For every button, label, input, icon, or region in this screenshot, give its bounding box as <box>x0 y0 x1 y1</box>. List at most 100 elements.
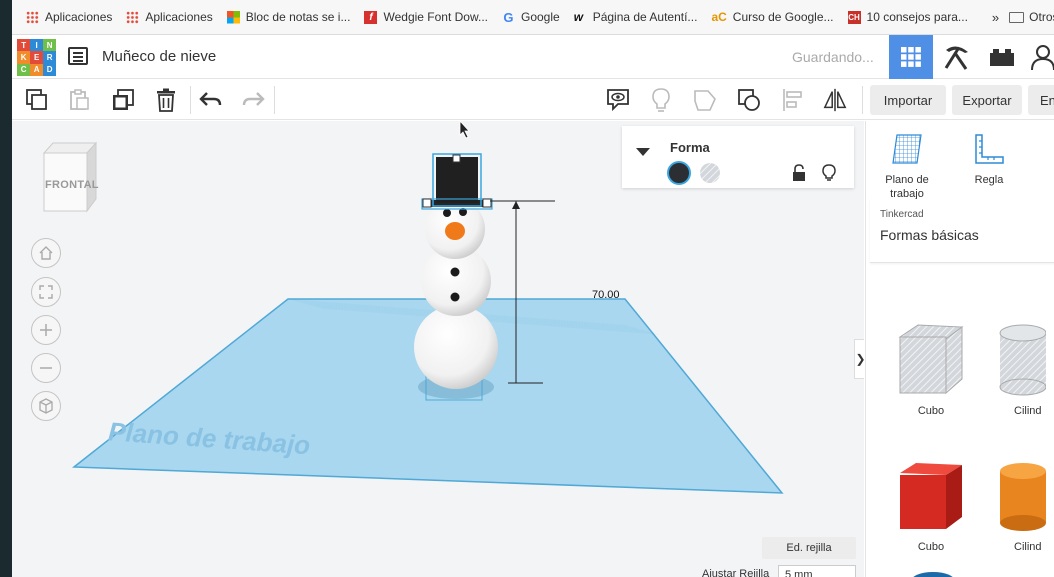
design-title[interactable]: Muñeco de nieve <box>102 48 216 65</box>
duplicate-icon <box>113 89 134 110</box>
bookmark-label: Google <box>520 10 560 24</box>
notes-button[interactable] <box>605 87 631 113</box>
delete-button[interactable] <box>153 87 179 113</box>
redo-icon <box>242 92 265 106</box>
copy-icon <box>26 89 47 110</box>
workplane-tool-icon <box>892 134 922 164</box>
bookmark-label: Bloc de notas se i... <box>245 10 351 24</box>
undo-icon <box>199 92 222 106</box>
view-cube-label: FRONTAL <box>45 179 99 191</box>
logo-letter: N <box>43 39 56 52</box>
ruler-tool[interactable]: Regla <box>954 133 1024 187</box>
workplane-scene[interactable]: Plano de trabajo <box>12 121 864 577</box>
panel-toggle-button[interactable]: ❯ <box>854 339 864 379</box>
box-hole-icon <box>898 324 964 395</box>
w-icon: w <box>573 9 584 24</box>
home-view-button[interactable] <box>31 238 61 268</box>
shape-cylinder-orange[interactable]: Cilind <box>986 459 1054 553</box>
perspective-button[interactable] <box>31 391 61 421</box>
bookmark-folder-otros[interactable]: Otros <box>1009 10 1054 24</box>
align-button[interactable] <box>780 87 806 113</box>
shape-cylinder-hole[interactable]: Cilind <box>986 321 1054 417</box>
import-button[interactable]: Importar <box>870 85 946 115</box>
plus-icon <box>40 324 52 336</box>
save-status: Guardando... <box>792 49 874 65</box>
shape-partial-icon[interactable] <box>908 569 958 577</box>
group-button[interactable] <box>692 87 718 113</box>
show-all-button[interactable] <box>648 87 674 113</box>
snap-grid-select[interactable]: 5 mm <box>778 565 856 577</box>
solid-color-swatch[interactable] <box>666 160 692 186</box>
bookmark-wedgie-font[interactable]: f Wedgie Font Dow... <box>364 10 488 24</box>
home-icon <box>39 246 53 260</box>
bookmark-bloc-de-notas[interactable]: Bloc de notas se i... <box>226 10 351 24</box>
height-dimension-value[interactable]: 70.00 <box>592 289 620 301</box>
shape-label: Cilind <box>1014 405 1042 417</box>
cursor-icon <box>459 121 470 139</box>
align-icon <box>783 89 802 111</box>
brick-icon <box>990 49 1014 66</box>
bookmark-google[interactable]: G Google <box>502 10 560 24</box>
logo-letter: A <box>30 63 43 76</box>
bookmark-label: Wedgie Font Dow... <box>383 10 488 24</box>
edit-grid-button[interactable]: Ed. rejilla <box>762 537 856 559</box>
hole-swatch[interactable] <box>698 161 722 185</box>
library-name: Formas básicas <box>880 227 979 243</box>
bookmark-aplicaciones-1[interactable]: Aplicaciones <box>26 10 112 24</box>
logo-letter: C <box>17 63 30 76</box>
windows-icon <box>226 10 240 24</box>
light-bulb-icon[interactable] <box>822 164 836 182</box>
ungroup-button[interactable] <box>736 87 762 113</box>
copy-button[interactable] <box>24 87 50 113</box>
bookmark-label: Aplicaciones <box>45 10 113 24</box>
bookmark-curso-google[interactable]: aC Curso de Google... <box>711 10 833 24</box>
bookmark-aplicaciones-2[interactable]: Aplicaciones <box>126 10 213 24</box>
shape-box-red[interactable]: Cubo <box>886 459 976 553</box>
snowman[interactable] <box>414 199 498 389</box>
user-account-button[interactable] <box>1028 35 1054 79</box>
bookmark-10-consejos[interactable]: CH 10 consejos para... <box>847 10 968 24</box>
shape-label: Cubo <box>917 405 945 417</box>
user-icon <box>1031 45 1054 70</box>
paste-button[interactable] <box>66 87 92 113</box>
collapse-icon[interactable] <box>636 148 650 158</box>
send-to-button[interactable]: En <box>1028 85 1054 115</box>
duplicate-button[interactable] <box>110 87 136 113</box>
logo-letter: E <box>30 51 43 64</box>
selected-hat[interactable] <box>421 153 493 210</box>
bookmark-label: Aplicaciones <box>145 10 213 24</box>
unlock-icon[interactable] <box>792 164 806 182</box>
fit-view-button[interactable] <box>31 277 61 307</box>
cylinder-hole-icon <box>999 324 1046 396</box>
logo-letter: R <box>43 51 56 64</box>
redo-button[interactable] <box>240 87 266 113</box>
shape-inspector: Forma <box>622 126 854 188</box>
library-source: Tinkercad <box>880 209 924 220</box>
export-button[interactable]: Exportar <box>952 85 1022 115</box>
view-3d-button[interactable] <box>889 35 933 79</box>
pickaxe-view-button[interactable] <box>934 35 978 79</box>
bookmark-pagina-autenticacion[interactable]: w Página de Autentí... <box>574 10 698 24</box>
workplane-tool[interactable]: Plano de trabajo <box>872 133 942 201</box>
bricks-view-button[interactable] <box>982 35 1022 79</box>
bookmark-label: 10 consejos para... <box>866 10 968 24</box>
tinkercad-logo[interactable]: TINKERCAD <box>17 39 56 76</box>
bookmarks-overflow-button[interactable]: » <box>992 10 999 25</box>
tinkercad-app: TINKERCAD Muñeco de nieve Guardando... I… <box>12 35 1054 577</box>
undo-button[interactable] <box>198 87 224 113</box>
ruler-tool-label: Regla <box>974 174 1004 186</box>
logo-letter: D <box>43 63 56 76</box>
shape-library-select[interactable]: Tinkercad Formas básicas <box>870 199 1054 263</box>
browser-window: Aplicaciones Aplicaciones Bloc de notas … <box>12 0 1054 577</box>
folder-icon <box>1009 11 1025 23</box>
ruler-icon <box>975 134 1004 164</box>
mirror-button[interactable] <box>822 87 848 113</box>
shape-label: Cubo <box>917 541 945 553</box>
design-list-icon[interactable] <box>68 47 88 65</box>
paste-icon <box>70 89 89 110</box>
zoom-in-button[interactable] <box>31 315 61 345</box>
3d-workspace[interactable]: Plano de trabajo FRONTAL Forma 70.00 Ed.… <box>12 121 864 577</box>
zoom-out-button[interactable] <box>31 353 61 383</box>
shape-box-hole[interactable]: Cubo <box>886 321 976 417</box>
view-cube[interactable] <box>38 139 100 215</box>
